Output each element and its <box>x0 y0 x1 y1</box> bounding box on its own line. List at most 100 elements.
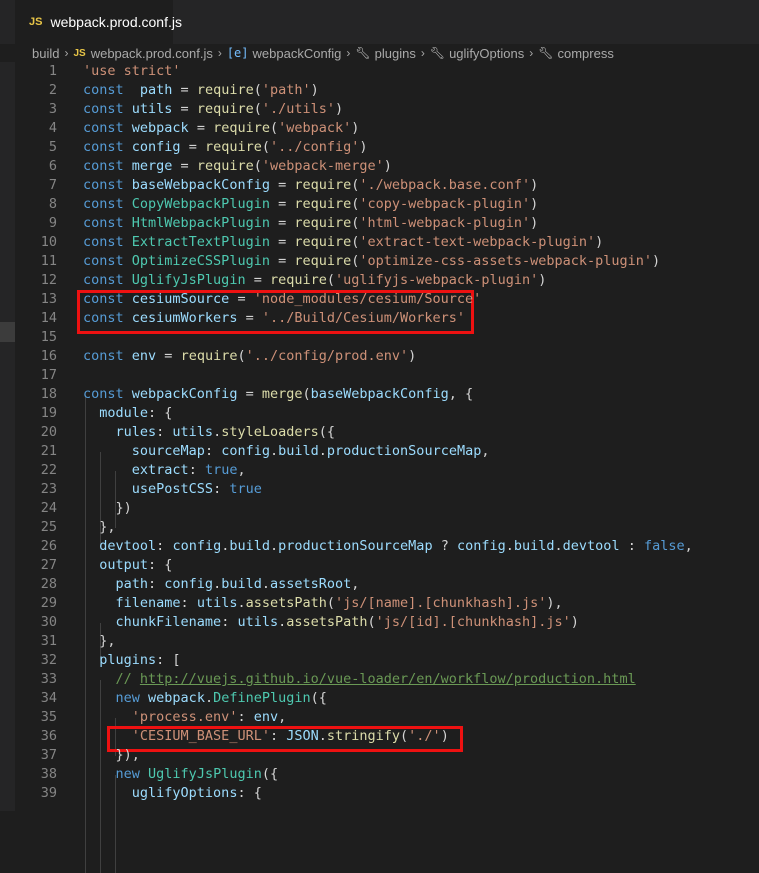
code-token: 'copy-webpack-plugin' <box>359 196 531 212</box>
code-token: // <box>115 671 140 687</box>
code-token: . <box>505 538 514 554</box>
line-number: 36 <box>40 728 57 744</box>
code-token: const <box>83 177 124 193</box>
wrench-icon: 🔧︎ <box>429 46 446 60</box>
code-token: true <box>229 481 262 497</box>
line-number: 31 <box>40 633 57 649</box>
code-token: 'webpack-merge' <box>261 158 384 174</box>
code-text: new UglifyJsPlugin({ <box>83 765 279 784</box>
code-token: : [ <box>156 652 181 668</box>
code-token: const <box>83 272 124 288</box>
code-token: merge <box>261 386 303 402</box>
code-token: ) <box>538 272 547 288</box>
code-token: true <box>204 462 238 478</box>
code-token: '../Build/Cesium/Workers' <box>261 310 466 326</box>
code-token: , <box>278 709 287 725</box>
code-token: = <box>269 215 295 231</box>
code-text: const config = require('../config') <box>83 138 368 157</box>
activity-gutter <box>0 62 15 811</box>
code-token: = <box>229 291 254 307</box>
code-token: 'optimize-css-assets-webpack-plugin' <box>359 253 652 269</box>
code-token: build <box>221 576 262 592</box>
code-token: . <box>318 728 327 744</box>
breadcrumb-folder[interactable]: build <box>32 46 59 61</box>
code-token: ) <box>652 253 661 269</box>
code-token: ({ <box>318 424 336 440</box>
code-text: filename: utils.assetsPath('js/[name].[c… <box>83 594 563 613</box>
code-text: usePostCSS: true <box>83 480 262 499</box>
code-token: . <box>204 690 214 706</box>
code-token: config <box>456 538 506 554</box>
code-token: usePostCSS <box>131 481 214 497</box>
code-token: : <box>204 443 222 459</box>
line-number: 18 <box>40 386 57 402</box>
chevron-right-icon: › <box>64 46 69 60</box>
code-token: uglifyOptions <box>131 785 238 801</box>
code-token: assetsPath <box>245 595 327 611</box>
code-text: devtool: config.build.productionSourceMa… <box>83 537 692 556</box>
code-token: ) <box>310 82 319 98</box>
code-token: cesiumWorkers <box>131 310 238 326</box>
code-token: env <box>253 709 279 725</box>
code-token: : <box>180 595 197 611</box>
code-text: module: { <box>83 404 172 423</box>
code-token: CopyWebpackPlugin <box>131 196 270 212</box>
code-token: const <box>83 215 124 231</box>
code-text: const cesiumWorkers = '../Build/Cesium/W… <box>83 309 465 328</box>
code-token: ) <box>359 139 368 155</box>
line-number: 4 <box>48 120 57 136</box>
code-token: : <box>269 728 287 744</box>
code-token: stringify <box>326 728 401 744</box>
code-token: plugins <box>99 652 157 668</box>
breadcrumb-file[interactable]: webpack.prod.conf.js <box>91 46 213 61</box>
code-token: 'webpack' <box>278 120 352 136</box>
line-number: 26 <box>40 538 57 554</box>
breadcrumb-item-compress[interactable]: compress <box>557 46 613 61</box>
line-number: 9 <box>48 215 57 231</box>
code-token: '../config' <box>270 139 360 155</box>
code-token: webpackConfig <box>131 386 238 402</box>
code-editor[interactable]: 1'use strict' 2 const path = require('path… <box>15 62 759 873</box>
line-number: 28 <box>40 576 57 592</box>
code-token: . <box>213 424 222 440</box>
line-number: 3 <box>48 101 57 117</box>
breadcrumb-item-webpackconfig[interactable]: webpackConfig <box>253 46 342 61</box>
code-token: ( <box>269 120 279 136</box>
editor-tab[interactable]: JS webpack.prod.conf.js <box>15 0 182 44</box>
code-token: : { <box>148 557 173 573</box>
code-text: const cesiumSource = 'node_modules/cesiu… <box>83 290 481 309</box>
code-text: const webpack = require('webpack') <box>83 119 359 138</box>
code-token: devtool <box>562 538 620 554</box>
code-token: }, <box>83 633 116 649</box>
code-token: ) <box>383 158 392 174</box>
breadcrumb-item-uglifyoptions[interactable]: uglifyOptions <box>449 46 524 61</box>
code-token: , { <box>448 386 474 402</box>
code-token: utils <box>172 424 214 440</box>
code-token: = <box>180 139 205 155</box>
line-number: 23 <box>40 481 57 497</box>
code-text: path: config.build.assetsRoot, <box>83 575 360 594</box>
line-number: 13 <box>40 291 57 307</box>
code-token: 'js/[id].[chunkhash].js' <box>375 614 571 630</box>
code-token: ( <box>400 728 409 744</box>
code-token: require <box>294 196 352 212</box>
code-token: './utils' <box>261 101 336 117</box>
code-token: require <box>196 82 254 98</box>
line-number: 8 <box>48 196 57 212</box>
line-number: 32 <box>40 652 57 668</box>
line-number: 12 <box>40 272 57 288</box>
breadcrumb-item-plugins[interactable]: plugins <box>375 46 416 61</box>
code-token: output <box>99 557 149 573</box>
code-token: ) <box>335 101 344 117</box>
